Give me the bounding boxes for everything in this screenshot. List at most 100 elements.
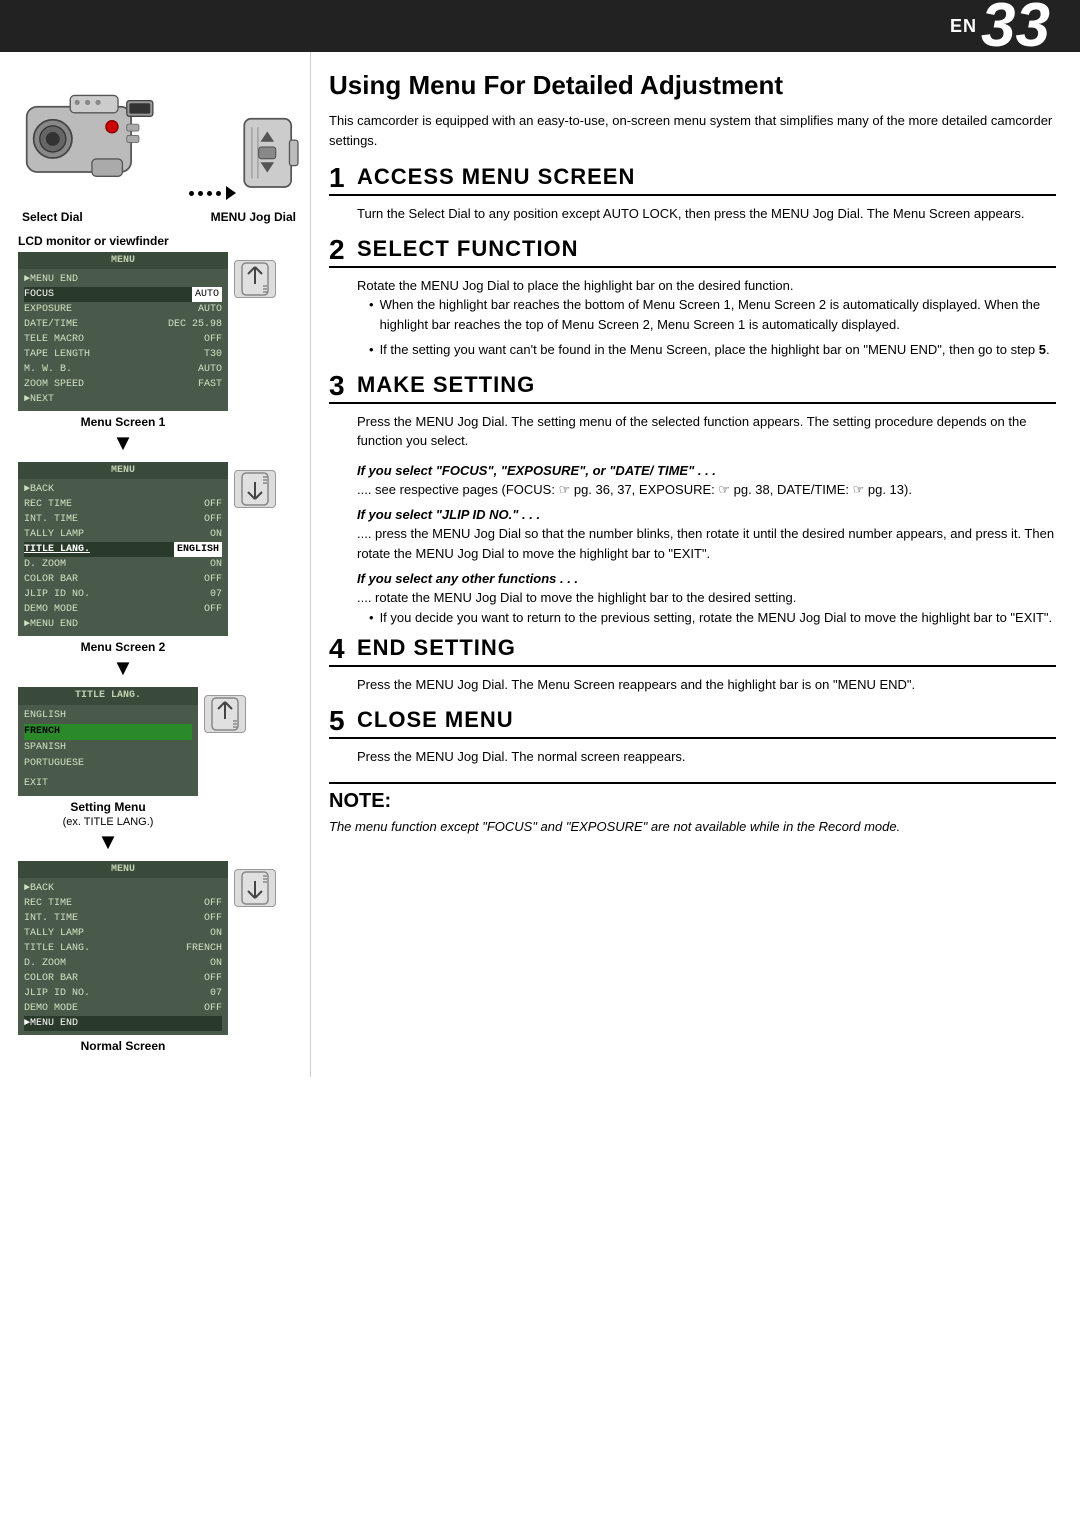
setting-item-portuguese: PORTUGUESE: [24, 756, 192, 772]
note-body: The menu function except "FOCUS" and "EX…: [329, 817, 1056, 837]
step-3-num: 3: [329, 372, 357, 402]
menu-screen-2: MENU ►BACK REC TIMEOFF INT. TIMEOFF TALL…: [18, 462, 228, 636]
menu-screen-2-area: MENU ►BACK REC TIMEOFF INT. TIMEOFF TALL…: [18, 462, 300, 687]
step-2-num: 2: [329, 236, 357, 266]
menu2-row-inttime: INT. TIMEOFF: [24, 512, 222, 527]
step-4-num: 4: [329, 635, 357, 665]
section-1-body: Turn the Select Dial to any position exc…: [329, 204, 1056, 224]
menu2-row-back: ►BACK: [24, 482, 222, 497]
section-2-body: Rotate the MENU Jog Dial to place the hi…: [329, 276, 1056, 360]
section-3-header: 3 Make Setting: [329, 372, 1056, 404]
menu1-row-exposure: EXPOSUREAUTO: [24, 302, 222, 317]
section-3-body: Press the MENU Jog Dial. The setting men…: [329, 412, 1056, 451]
arrow-buttons-4: [234, 869, 276, 907]
final-row-dzoom: D. ZOOMON: [24, 956, 222, 971]
menu1-row-next: ►NEXT: [24, 392, 222, 407]
menu2-title: MENU: [18, 462, 228, 479]
arrow-buttons-2: [234, 470, 276, 508]
setting-menu-block: TITLE LANG. ENGLISH FRENCH SPANISH PORTU…: [18, 687, 198, 855]
page-title: Using Menu For Detailed Adjustment: [329, 70, 1056, 101]
menu-screen-1-label: Menu Screen 1: [18, 415, 228, 429]
step-5-num: 5: [329, 707, 357, 737]
if-select-jlip: If you select "JLIP ID NO." . . .: [329, 507, 1056, 522]
camcorder-icon: [18, 70, 183, 200]
final-row-menuend: ►MENU END: [24, 1016, 222, 1031]
final-menu-area: MENU ►BACK REC TIMEOFF INT. TIMEOFF TALL…: [18, 861, 300, 1059]
right-column: Using Menu For Detailed Adjustment This …: [310, 52, 1080, 1077]
up-arrow-button-1[interactable]: [234, 260, 276, 298]
section-5-title: Close Menu: [357, 707, 514, 737]
en-label: EN: [950, 16, 977, 37]
setting-menu-title: TITLE LANG.: [18, 687, 198, 705]
final-row-demo: DEMO MODEOFF: [24, 1001, 222, 1016]
menu-screen-2-block: MENU ►BACK REC TIMEOFF INT. TIMEOFF TALL…: [18, 462, 228, 681]
setting-menu-area: TITLE LANG. ENGLISH FRENCH SPANISH PORTU…: [18, 687, 300, 861]
down-arrow-button-1[interactable]: [234, 470, 276, 508]
menu2-row-menuend: ►MENU END: [24, 617, 222, 632]
menu-screen-1-block: MENU ►MENU END FOCUSAUTO EXPOSUREAUTO DA…: [18, 252, 228, 456]
section-4-header: 4 End Setting: [329, 635, 1056, 667]
note-section: Note: The menu function except "FOCUS" a…: [329, 782, 1056, 837]
camcorder-area: [18, 70, 300, 200]
menu1-row-focus: FOCUSAUTO: [24, 287, 222, 302]
final-menu-block: MENU ►BACK REC TIMEOFF INT. TIMEOFF TALL…: [18, 861, 228, 1053]
menu1-row-tape: TAPE LENGTHT30: [24, 347, 222, 362]
if-select-focus: If you select "FOCUS", "EXPOSURE", or "D…: [329, 463, 1056, 478]
arrow-buttons-3: [204, 695, 246, 733]
if-select-jlip-body: .... press the MENU Jog Dial so that the…: [329, 524, 1056, 563]
section-5-body: Press the MENU Jog Dial. The normal scre…: [329, 747, 1056, 767]
final-menu-title: MENU: [18, 861, 228, 878]
menu-screen-1: MENU ►MENU END FOCUSAUTO EXPOSUREAUTO DA…: [18, 252, 228, 411]
intro-text: This camcorder is equipped with an easy-…: [329, 111, 1056, 150]
arrow-buttons-1: [234, 260, 276, 298]
section-1-header: 1 Access Menu Screen: [329, 164, 1056, 196]
setting-menu: TITLE LANG. ENGLISH FRENCH SPANISH PORTU…: [18, 687, 198, 796]
menu2-row-titlelang: TITLE LANG.ENGLISH: [24, 542, 222, 557]
section-2-header: 2 Select Function: [329, 236, 1056, 268]
final-row-titlelang: TITLE LANG.FRENCH: [24, 941, 222, 956]
section-2-title: Select Function: [357, 236, 579, 266]
section-2-bullet-1: • When the highlight bar reaches the bot…: [369, 295, 1056, 334]
arrow-down-3: ▼: [18, 831, 198, 853]
page-number: 33: [981, 0, 1050, 57]
setting-item-english: ENGLISH: [24, 708, 192, 724]
menu2-row-demo: DEMO MODEOFF: [24, 602, 222, 617]
menu2-row-tally: TALLY LAMPON: [24, 527, 222, 542]
lcd-label: LCD monitor or viewfinder: [18, 234, 300, 248]
if-select-other: If you select any other functions . . .: [329, 571, 1056, 586]
down-arrow-button-2[interactable]: [234, 869, 276, 907]
menu1-row-0: ►MENU END: [24, 272, 222, 287]
final-row-jlip: JLIP ID NO.07: [24, 986, 222, 1001]
menu1-row-zoom: ZOOM SPEEDFAST: [24, 377, 222, 392]
header-bar: EN 33: [0, 0, 1080, 52]
up-arrow-button-2[interactable]: [204, 695, 246, 733]
main-layout: Select Dial MENU Jog Dial LCD monitor or…: [0, 52, 1080, 1077]
setting-item-spanish: SPANISH: [24, 740, 192, 756]
if-select-other-bullet: • If you decide you want to return to th…: [369, 608, 1056, 628]
if-select-focus-body: .... see respective pages (FOCUS: ☞ pg. …: [329, 480, 1056, 500]
final-row-colorbar: COLOR BAROFF: [24, 971, 222, 986]
arrow-down-2: ▼: [18, 657, 228, 679]
jog-dial-icon: [240, 110, 300, 200]
setting-menu-label: Setting Menu (ex. TITLE LANG.): [18, 800, 198, 828]
final-row-tally: TALLY LAMPON: [24, 926, 222, 941]
menu2-row-colorbar: COLOR BAROFF: [24, 572, 222, 587]
if-select-other-body: .... rotate the MENU Jog Dial to move th…: [329, 588, 1056, 627]
setting-item-french: FRENCH: [24, 724, 192, 740]
section-4-title: End Setting: [357, 635, 516, 665]
section-2-bullet-2: • If the setting you want can't be found…: [369, 340, 1056, 360]
menu2-row-dzoom: D. ZOOMON: [24, 557, 222, 572]
menu1-title: MENU: [18, 252, 228, 269]
menu-jog-dial-label: MENU Jog Dial: [211, 210, 296, 224]
menu2-row-jlip: JLIP ID NO.07: [24, 587, 222, 602]
menu-screen-1-area: MENU ►MENU END FOCUSAUTO EXPOSUREAUTO DA…: [18, 252, 300, 462]
menu1-row-mwb: M. W. B.AUTO: [24, 362, 222, 377]
left-column: Select Dial MENU Jog Dial LCD monitor or…: [0, 52, 310, 1077]
menu1-row-datetime: DATE/TIMEDEC 25.98: [24, 317, 222, 332]
section-3-title: Make Setting: [357, 372, 535, 402]
dial-labels: Select Dial MENU Jog Dial: [18, 210, 300, 224]
dots-arrow: [187, 186, 236, 200]
final-row-rectime: REC TIMEOFF: [24, 896, 222, 911]
menu1-row-tele: TELE MACROOFF: [24, 332, 222, 347]
note-title: Note:: [329, 790, 1056, 813]
